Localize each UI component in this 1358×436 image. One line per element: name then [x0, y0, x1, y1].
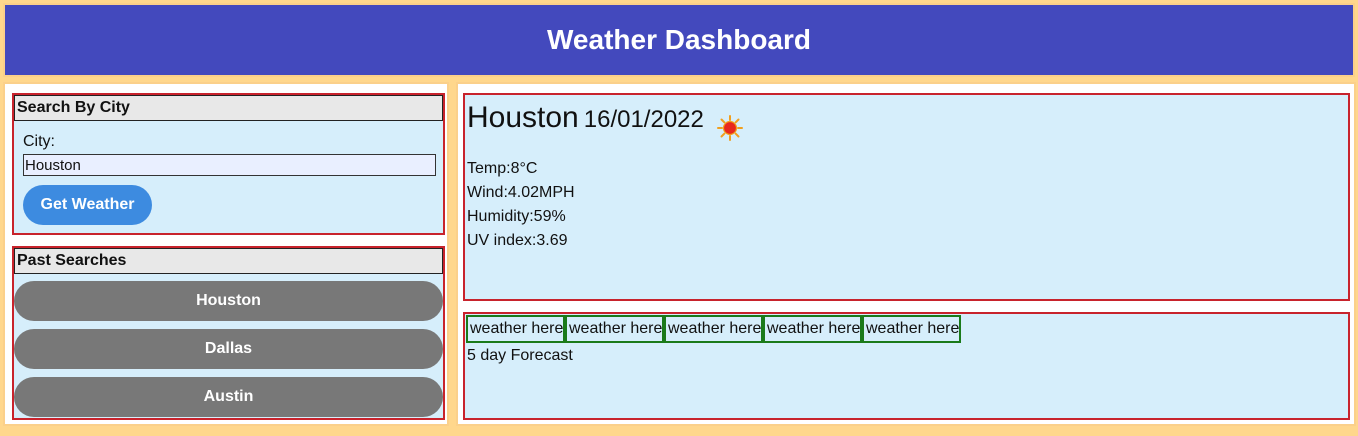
uv-index-value: UV index:3.69 — [467, 232, 568, 249]
temp-value: Temp:8°C — [467, 160, 538, 177]
forecast-card: weather here — [466, 315, 565, 343]
city-input[interactable] — [23, 154, 436, 176]
sun-icon — [717, 115, 743, 141]
forecast-card: weather here — [664, 315, 763, 343]
wind-value: Wind:4.02MPH — [467, 184, 575, 201]
forecast-row: weather here weather here weather here w… — [466, 315, 961, 343]
app-title: Weather Dashboard — [547, 24, 811, 55]
current-weather-panel: Houston 16/01/2022 Temp:8°C Wind:4.02MPH… — [463, 93, 1350, 301]
forecast-card: weather here — [763, 315, 862, 343]
current-weather-heading: Houston 16/01/2022 — [467, 101, 704, 135]
past-search-houston[interactable]: Houston — [14, 281, 443, 321]
past-search-austin[interactable]: Austin — [14, 377, 443, 417]
past-searches-title: Past Searches — [14, 248, 443, 274]
past-searches-panel: Past Searches Houston Dallas Austin — [12, 246, 445, 420]
forecast-card: weather here — [565, 315, 664, 343]
past-search-dallas[interactable]: Dallas — [14, 329, 443, 369]
past-searches-list: Houston Dallas Austin — [14, 281, 443, 425]
forecast-panel: weather here weather here weather here w… — [463, 312, 1350, 420]
current-stats: Temp:8°C Wind:4.02MPH Humidity:59% UV in… — [467, 157, 575, 253]
forecast-label: 5 day Forecast — [467, 347, 573, 364]
city-label: City: — [23, 133, 55, 150]
get-weather-button[interactable]: Get Weather — [23, 185, 152, 225]
left-column: Search By City City: Get Weather Past Se… — [3, 82, 449, 426]
app-header: Weather Dashboard — [3, 3, 1355, 77]
current-date: 16/01/2022 — [583, 106, 704, 133]
search-panel: Search By City City: Get Weather — [12, 93, 445, 235]
current-city-name: Houston — [467, 101, 579, 134]
search-panel-title: Search By City — [14, 95, 443, 121]
forecast-card: weather here — [862, 315, 961, 343]
humidity-value: Humidity:59% — [467, 208, 566, 225]
right-column: Houston 16/01/2022 Temp:8°C Wind:4.02MPH… — [456, 82, 1356, 426]
